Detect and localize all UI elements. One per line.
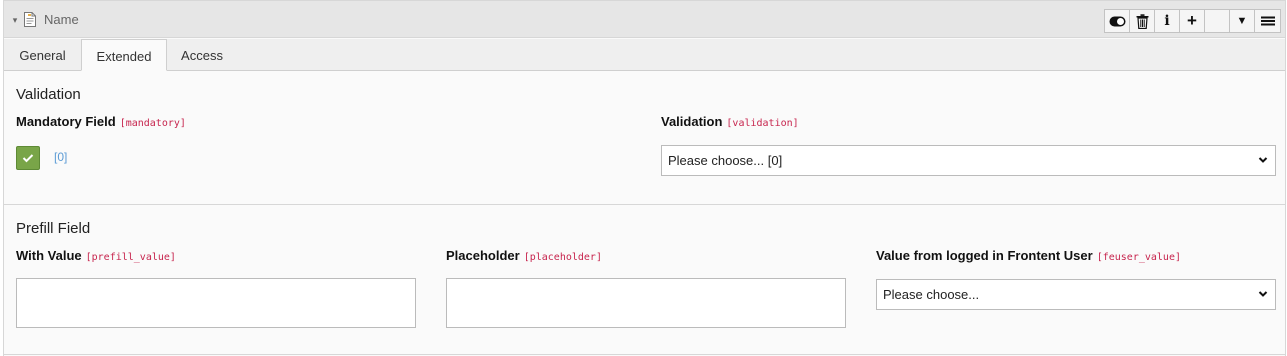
validation-field-label-text: Validation: [661, 114, 723, 129]
tab-bar: General Extended Access: [4, 39, 1285, 71]
placeholder-label: Placeholder [placeholder]: [446, 248, 602, 263]
panel-header: ▾ Name i + ▼: [4, 1, 1285, 38]
panel-title: Name: [44, 12, 79, 27]
chevron-down-icon: [1258, 291, 1268, 297]
with-value-code: [prefill_value]: [85, 252, 176, 263]
hamburger-menu-icon[interactable]: [1255, 10, 1280, 32]
placeholder-label-text: Placeholder: [446, 248, 520, 263]
validation-select-value: Please choose... [0]: [668, 153, 783, 168]
placeholder-input[interactable]: [446, 278, 846, 328]
feuser-value-label-text: Value from logged in Frontent User: [876, 248, 1093, 263]
tab-general[interactable]: General: [4, 39, 81, 71]
toolbar-empty-slot: [1205, 10, 1230, 32]
feuser-value-select[interactable]: Please choose...: [876, 279, 1276, 310]
info-icon[interactable]: i: [1155, 10, 1180, 32]
chevron-down-icon: [1258, 157, 1268, 163]
validation-field-code: [validation]: [726, 118, 799, 129]
section-title-prefill: Prefill Field: [16, 220, 91, 237]
document-icon: [23, 11, 37, 28]
section-divider: [4, 204, 1285, 205]
section-divider-bottom: [4, 354, 1285, 355]
placeholder-code: [placeholder]: [523, 252, 602, 263]
plus-icon[interactable]: +: [1180, 10, 1205, 32]
mandatory-field-label: Mandatory Field [mandatory]: [16, 114, 186, 129]
panel-toolbar: i + ▼: [1104, 9, 1281, 33]
caret-down-icon[interactable]: ▼: [1230, 10, 1255, 32]
with-value-label-text: With Value: [16, 248, 82, 263]
mandatory-field-code: [mandatory]: [119, 118, 186, 129]
tab-extended[interactable]: Extended: [81, 39, 167, 71]
content-element-panel: ▾ Name i + ▼ General Extended Access Val…: [3, 0, 1286, 356]
collapse-toggle-icon[interactable]: ▾: [9, 12, 21, 28]
mandatory-checkbox[interactable]: [16, 146, 40, 170]
validation-field-label: Validation [validation]: [661, 114, 799, 129]
mandatory-value: [0]: [54, 150, 68, 164]
delete-icon[interactable]: [1130, 10, 1155, 32]
validation-select[interactable]: Please choose... [0]: [661, 145, 1276, 176]
mandatory-field-label-text: Mandatory Field: [16, 114, 116, 129]
with-value-input[interactable]: [16, 278, 416, 328]
section-title-validation: Validation: [16, 86, 81, 103]
feuser-value-select-value: Please choose...: [883, 287, 980, 302]
tab-access[interactable]: Access: [167, 39, 237, 71]
feuser-value-label: Value from logged in Frontent User [feuse…: [876, 248, 1181, 263]
feuser-value-code: [feuser_value]: [1096, 252, 1181, 263]
toggle-visibility-icon[interactable]: [1105, 10, 1130, 32]
with-value-label: With Value [prefill_value]: [16, 248, 176, 263]
check-icon: [22, 154, 34, 163]
